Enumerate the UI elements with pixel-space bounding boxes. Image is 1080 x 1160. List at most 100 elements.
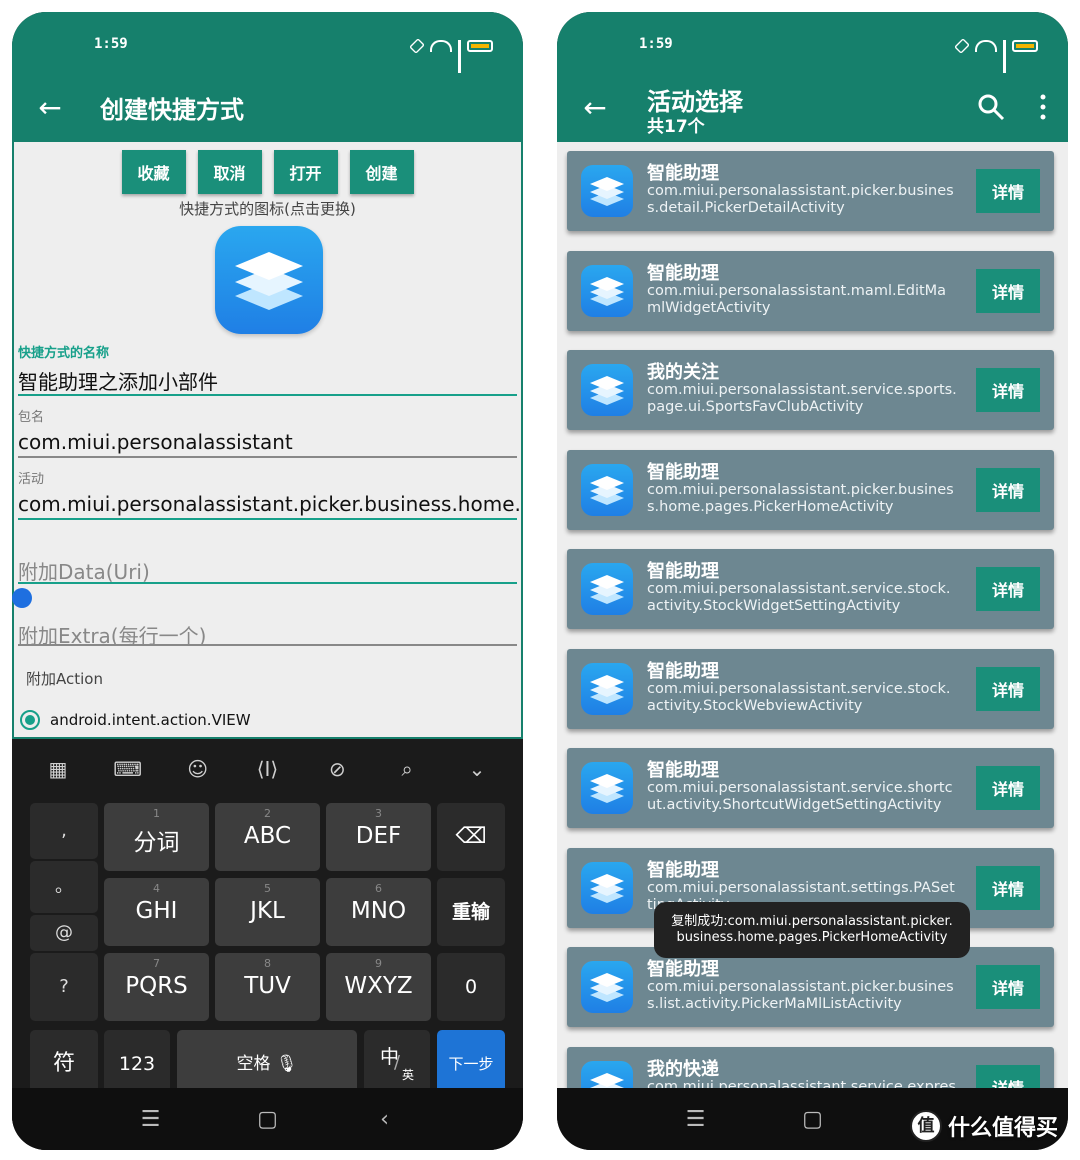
key-7-num: 7 <box>153 957 160 970</box>
open-button[interactable]: 打开 <box>273 150 338 194</box>
item-activity[interactable]: com.miui.personalassistant.service.stock… <box>647 581 959 615</box>
collect-button[interactable]: 收藏 <box>121 150 186 194</box>
list-item[interactable]: 我的关注 com.miui.personalassistant.service.s… <box>567 350 1054 430</box>
list-item[interactable]: 智能助理 com.miui.personalassistant.picker.bu… <box>567 449 1054 530</box>
menu-nav-icon[interactable]: ☰ <box>136 1107 166 1132</box>
layers-icon <box>590 475 624 505</box>
key-5[interactable]: 5 JKL <box>215 878 320 946</box>
phone-right-activity-picker: 1:59 ← 活动选择 共17个 智能助理 com.miui.personalas… <box>557 12 1068 1150</box>
item-activity[interactable]: com.miui.personalassistant.picker.busine… <box>647 482 959 516</box>
item-title: 智能助理 <box>647 959 719 980</box>
shortcut-icon-picker[interactable] <box>215 226 323 334</box>
emoji-icon[interactable]: ☺ <box>182 753 214 785</box>
wifi-icon <box>975 40 997 52</box>
item-activity[interactable]: com.miui.personalassistant.service.short… <box>647 780 959 814</box>
action-radio-row[interactable]: android.intent.action.VIEW <box>20 710 251 730</box>
list-item[interactable]: 智能助理 com.miui.personalassistant.maml.Edit… <box>567 250 1054 331</box>
extra-underline <box>18 644 517 646</box>
key-3-label: DEF <box>355 823 402 849</box>
key-5-num: 5 <box>264 882 271 895</box>
layers-icon <box>590 276 624 306</box>
key-2-num: 2 <box>264 807 271 820</box>
search-icon[interactable]: ⌕ <box>391 753 423 785</box>
keyboard-layout-icon[interactable]: ⌨ <box>112 753 144 785</box>
more-vert-icon[interactable] <box>1036 92 1050 122</box>
detail-button[interactable]: 详情 <box>976 268 1040 313</box>
item-activity[interactable]: com.miui.personalassistant.service.stock… <box>647 681 959 715</box>
cursor-move-icon[interactable]: ⟨I⟩ <box>251 753 283 785</box>
retype-key[interactable]: 重输 <box>437 878 505 946</box>
key-8[interactable]: 8 TUV <box>215 953 320 1021</box>
activity-input[interactable]: com.miui.personalassistant.picker.busine… <box>18 492 521 516</box>
list-item[interactable]: 智能助理 com.miui.personalassistant.service.s… <box>567 748 1054 828</box>
key-9-num: 9 <box>375 957 382 970</box>
zero-key[interactable]: 0 <box>437 953 505 1021</box>
item-title: 智能助理 <box>647 262 719 284</box>
item-title: 智能助理 <box>647 859 719 881</box>
package-input[interactable]: com.miui.personalassistant <box>18 430 517 454</box>
layers-icon <box>590 575 624 604</box>
phone-left-create-shortcut: 1:59 ← 创建快捷方式 收藏 取消 打开 创建 快捷方式的图标(点击更换) … <box>12 12 523 1150</box>
clip-link-icon[interactable]: ⊘ <box>321 753 353 785</box>
question-key[interactable]: ? <box>30 953 98 1021</box>
key-3[interactable]: 3 DEF <box>326 803 431 871</box>
key-4-num: 4 <box>153 882 160 895</box>
detail-button[interactable]: 详情 <box>976 368 1040 412</box>
home-nav-icon[interactable]: ▢ <box>798 1107 828 1132</box>
item-activity[interactable]: com.miui.personalassistant.picker.busine… <box>647 183 959 217</box>
detail-button[interactable]: 详情 <box>976 865 1040 910</box>
item-activity[interactable]: com.miui.personalassistant.picker.busine… <box>647 979 959 1013</box>
keyboard-toolbar: ▦ ⌨ ☺ ⟨I⟩ ⊘ ⌕ ⌄ <box>12 753 523 789</box>
home-nav-icon[interactable]: ▢ <box>253 1107 283 1132</box>
key-9-label: WXYZ <box>344 973 413 999</box>
key-4[interactable]: 4 GHI <box>104 878 209 946</box>
list-item[interactable]: 我的快递 com.miui.personalassistant.service.e… <box>567 1046 1054 1089</box>
collapse-keyboard-icon[interactable]: ⌄ <box>461 753 493 785</box>
detail-button[interactable]: 详情 <box>976 1064 1040 1088</box>
item-title: 智能助理 <box>647 461 719 483</box>
item-activity[interactable]: com.miui.personalassistant.service.expre… <box>647 1079 959 1089</box>
item-activity[interactable]: com.miui.personalassistant.service.sport… <box>647 382 959 416</box>
key-9[interactable]: 9 WXYZ <box>326 953 431 1021</box>
detail-button[interactable]: 详情 <box>976 567 1040 611</box>
key-7[interactable]: 7 PQRS <box>104 953 209 1021</box>
layers-icon <box>590 774 624 803</box>
signal-icon <box>1003 40 1006 73</box>
period-key[interactable]: 。 <box>30 861 98 913</box>
activity-underline <box>18 518 517 520</box>
shortcut-name-input[interactable]: 智能助理之添加小部件 <box>18 366 517 395</box>
list-item[interactable]: 智能助理 com.miui.personalassistant.picker.bu… <box>567 151 1054 231</box>
list-item[interactable]: 智能助理 com.miui.personalassistant.picker.bu… <box>567 947 1054 1027</box>
back-arrow-icon[interactable]: ← <box>579 88 611 128</box>
grid-menu-icon[interactable]: ▦ <box>42 753 74 785</box>
detail-button[interactable]: 详情 <box>976 467 1040 512</box>
create-button[interactable]: 创建 <box>349 150 414 194</box>
backspace-key[interactable]: ⌫ <box>437 803 505 871</box>
text-cursor-handle[interactable] <box>12 588 32 608</box>
key-6[interactable]: 6 MNO <box>326 878 431 946</box>
menu-nav-icon[interactable]: ☰ <box>681 1107 711 1132</box>
detail-button[interactable]: 详情 <box>976 169 1040 213</box>
data-uri-input[interactable]: 附加Data(Uri) <box>18 556 517 585</box>
key-2[interactable]: 2 ABC <box>215 803 320 871</box>
cancel-button[interactable]: 取消 <box>197 150 262 194</box>
radio-selected-icon[interactable] <box>20 710 40 730</box>
detail-button[interactable]: 详情 <box>976 965 1040 1009</box>
search-icon[interactable] <box>976 92 1006 122</box>
layers-icon <box>235 252 303 310</box>
back-nav-icon[interactable]: ‹ <box>370 1107 400 1132</box>
layers-icon <box>590 177 624 206</box>
comma-key[interactable]: , <box>30 803 98 859</box>
detail-button[interactable]: 详情 <box>976 766 1040 810</box>
lang-en: 英 <box>402 1068 415 1082</box>
detail-button[interactable]: 详情 <box>976 666 1040 711</box>
bluetooth-icon <box>954 38 970 54</box>
item-activity[interactable]: com.miui.personalassistant.maml.EditMaml… <box>647 283 959 317</box>
back-arrow-icon[interactable]: ← <box>34 88 66 128</box>
key-7-label: PQRS <box>125 973 188 999</box>
list-item[interactable]: 智能助理 com.miui.personalassistant.service.s… <box>567 549 1054 629</box>
list-item[interactable]: 智能助理 com.miui.personalassistant.service.s… <box>567 648 1054 729</box>
key-1[interactable]: 1 分词 <box>104 803 209 871</box>
item-title: 我的快递 <box>647 1058 719 1080</box>
at-key[interactable]: @ <box>30 915 98 951</box>
